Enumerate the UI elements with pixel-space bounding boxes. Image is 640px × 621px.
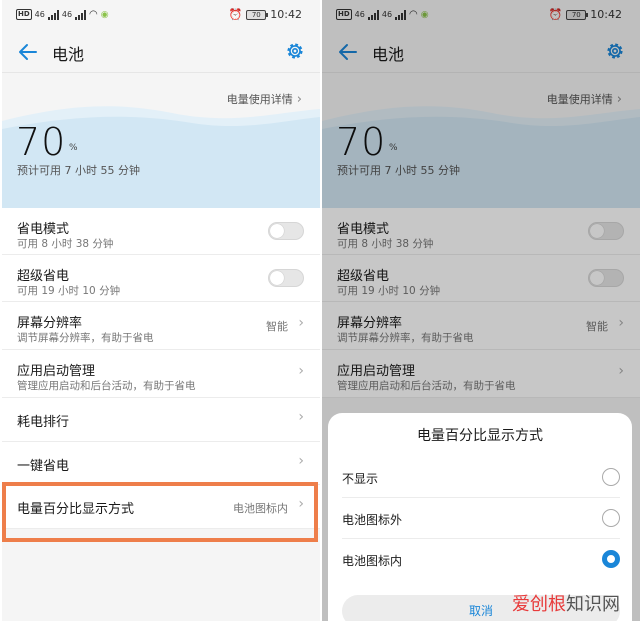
chevron-right-icon: ›: [298, 453, 304, 469]
one-key-saving-row[interactable]: 一键省电 ›: [2, 442, 320, 485]
power-saving-row[interactable]: 省电模式 可用 8 小时 38 分钟: [2, 208, 320, 255]
gear-icon[interactable]: [284, 40, 306, 62]
power-saving-toggle[interactable]: [268, 222, 304, 240]
radio-unchecked-icon[interactable]: [602, 468, 620, 486]
super-saving-row[interactable]: 超级省电 可用 19 小时 10 分钟: [2, 255, 320, 302]
signal-icon: [75, 9, 87, 20]
watermark: 爱创根知识网: [512, 594, 620, 615]
battery-estimate: 预计可用 7 小时 55 分钟: [17, 164, 140, 177]
battery-percent: 70: [16, 120, 67, 164]
wifi-icon: ◠: [89, 9, 98, 20]
consumption-rank-row[interactable]: 耗电排行 ›: [2, 398, 320, 442]
title-bar: 电池: [2, 32, 320, 72]
network-label: 46: [61, 10, 73, 19]
signal-icon: [47, 9, 59, 20]
chevron-right-icon: ›: [298, 363, 304, 379]
chevron-right-icon: ›: [298, 315, 304, 331]
settings-list: 省电模式 可用 8 小时 38 分钟 超级省电 可用 19 小时 10 分钟 屏…: [2, 208, 320, 529]
radio-unchecked-icon[interactable]: [602, 509, 620, 527]
option-outside-icon[interactable]: 电池图标外: [342, 499, 620, 539]
back-arrow-icon[interactable]: [16, 40, 40, 64]
chevron-right-icon: ›: [298, 409, 304, 425]
radio-checked-icon[interactable]: [602, 550, 620, 568]
battery-panel: 电量使用详情 › 70 % 预计可用 7 小时 55 分钟: [2, 73, 320, 208]
app-launch-row[interactable]: 应用启动管理 管理应用启动和后台活动，有助于省电 ›: [2, 350, 320, 398]
network-label: 46: [34, 10, 45, 19]
app-notification-icon: ◉: [100, 9, 109, 20]
option-hide[interactable]: 不显示: [342, 458, 620, 498]
resolution-row[interactable]: 屏幕分辨率 调节屏幕分辨率，有助于省电 智能 ›: [2, 302, 320, 350]
option-inside-icon[interactable]: 电池图标内: [342, 540, 620, 580]
dialog-title: 电量百分比显示方式: [417, 428, 543, 444]
percent-unit: %: [69, 143, 78, 153]
usage-details-link[interactable]: 电量使用详情 ›: [227, 91, 302, 107]
page-title: 电池: [52, 45, 85, 64]
status-time: 10:42: [270, 8, 302, 21]
screen-right: HD 46 46 ◠ ◉ ⏰ 70 10:42 电池 电量使用详情 › 70 %…: [322, 0, 640, 621]
super-saving-toggle[interactable]: [268, 269, 304, 287]
highlight-annotation: [2, 482, 318, 542]
chevron-right-icon: ›: [296, 92, 302, 107]
hd-icon: HD: [16, 9, 32, 20]
status-bar: HD 46 46 ◠ ◉ ⏰ 70 10:42: [2, 0, 320, 32]
battery-icon: 70: [246, 9, 269, 20]
alarm-icon: ⏰: [228, 8, 243, 21]
